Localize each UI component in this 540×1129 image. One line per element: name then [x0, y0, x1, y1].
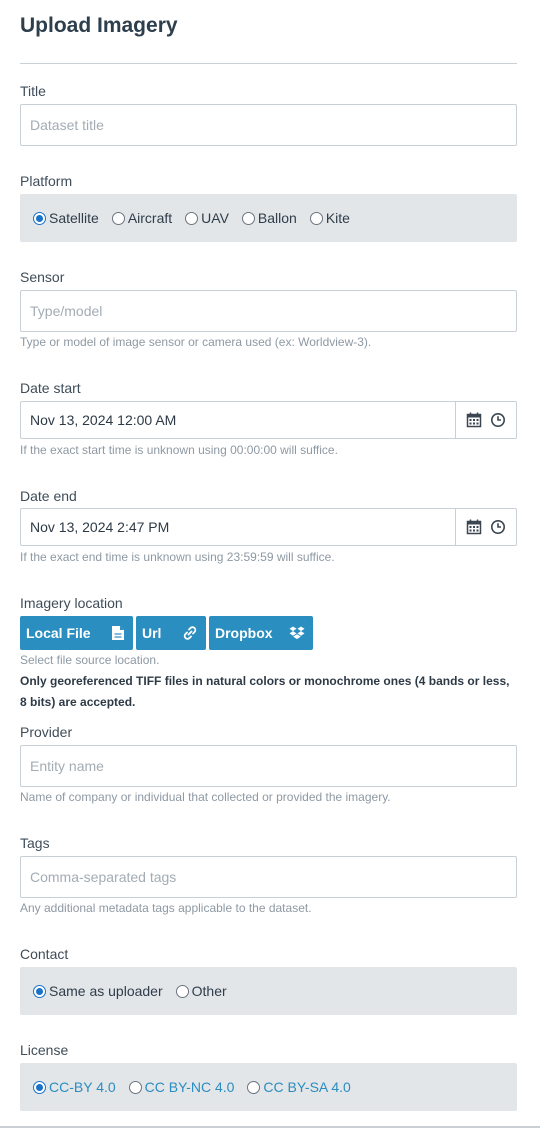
date-start-value[interactable]: Nov 13, 2024 12:00 AM: [21, 402, 456, 438]
clock-icon[interactable]: [490, 519, 506, 535]
dropbox-button[interactable]: Dropbox: [209, 616, 313, 650]
license-option-label[interactable]: CC-BY 4.0: [49, 1079, 116, 1095]
radio-button[interactable]: [175, 984, 189, 998]
contact-option-label: Other: [191, 983, 227, 999]
tags-help: Any additional metadata tags applicable …: [20, 901, 312, 915]
dropbox-button-label: Dropbox: [215, 625, 273, 641]
platform-option-ballon[interactable]: Ballon: [241, 210, 297, 226]
upload-imagery-form: Upload Imagery Title Platform Satellite …: [0, 0, 540, 1129]
dropbox-icon: [289, 625, 305, 641]
platform-option-label: UAV: [201, 210, 229, 226]
title-label: Title: [20, 83, 46, 99]
sensor-label: Sensor: [20, 269, 65, 285]
platform-option-aircraft[interactable]: Aircraft: [111, 210, 173, 226]
page-title: Upload Imagery: [20, 14, 178, 37]
radio-button[interactable]: [33, 1080, 46, 1094]
provider-label: Provider: [20, 724, 73, 740]
platform-radio-group: Satellite Aircraft UAV Ballon Kite: [20, 194, 517, 242]
sensor-input[interactable]: [20, 290, 517, 332]
provider-help: Name of company or individual that colle…: [20, 790, 391, 804]
bottom-border: [0, 1126, 540, 1128]
title-input[interactable]: [20, 104, 517, 146]
license-option-label[interactable]: CC BY-NC 4.0: [145, 1079, 235, 1095]
license-option-cc-by-sa[interactable]: CC BY-SA 4.0: [247, 1079, 351, 1095]
contact-option-same-as-uploader[interactable]: Same as uploader: [33, 983, 163, 999]
imagery-location-label: Imagery location: [20, 595, 123, 611]
clock-icon[interactable]: [490, 412, 506, 428]
source-button-group: Local File Url Dropbox: [20, 616, 316, 650]
license-option-cc-by[interactable]: CC-BY 4.0: [33, 1079, 116, 1095]
provider-input[interactable]: [20, 745, 517, 787]
date-start-help: If the exact start time is unknown using…: [20, 443, 338, 457]
contact-radio-group: Same as uploader Other: [20, 967, 517, 1015]
platform-option-uav[interactable]: UAV: [185, 210, 229, 226]
platform-option-label: Ballon: [257, 210, 297, 226]
file-icon: [111, 625, 125, 641]
radio-button[interactable]: [241, 211, 255, 225]
calendar-icon[interactable]: [466, 519, 482, 535]
contact-label: Contact: [20, 946, 69, 962]
radio-button[interactable]: [33, 211, 46, 225]
contact-option-label: Same as uploader: [49, 983, 163, 999]
date-end-label: Date end: [20, 488, 77, 504]
tags-label: Tags: [20, 835, 50, 851]
radio-button[interactable]: [247, 1080, 261, 1094]
platform-option-label: Kite: [325, 210, 350, 226]
platform-option-label: Satellite: [49, 210, 99, 226]
link-icon: [182, 625, 198, 641]
radio-button[interactable]: [111, 211, 125, 225]
license-option-cc-by-nc[interactable]: CC BY-NC 4.0: [128, 1079, 235, 1095]
license-label: License: [20, 1042, 69, 1058]
url-button-label: Url: [142, 625, 162, 641]
license-radio-group: CC-BY 4.0 CC BY-NC 4.0 CC BY-SA 4.0: [20, 1063, 517, 1111]
date-start-label: Date start: [20, 380, 81, 396]
file-format-note: Only georeferenced TIFF files in natural…: [20, 674, 510, 709]
title-divider: [20, 63, 517, 64]
url-button[interactable]: Url: [136, 616, 206, 650]
radio-button[interactable]: [309, 211, 323, 225]
sensor-help: Type or model of image sensor or camera …: [20, 335, 372, 349]
tags-input[interactable]: [20, 856, 517, 898]
contact-option-other[interactable]: Other: [175, 983, 227, 999]
calendar-icon[interactable]: [466, 412, 482, 428]
date-end-value[interactable]: Nov 13, 2024 2:47 PM: [21, 509, 456, 545]
platform-label: Platform: [20, 173, 73, 189]
date-end-picker: Nov 13, 2024 2:47 PM: [20, 508, 517, 546]
platform-option-kite[interactable]: Kite: [309, 210, 350, 226]
radio-button[interactable]: [33, 984, 46, 998]
local-file-button[interactable]: Local File: [20, 616, 133, 650]
radio-button[interactable]: [128, 1080, 142, 1094]
license-option-label[interactable]: CC BY-SA 4.0: [263, 1079, 350, 1095]
platform-option-label: Aircraft: [127, 210, 173, 226]
date-start-picker: Nov 13, 2024 12:00 AM: [20, 401, 517, 439]
radio-button[interactable]: [185, 211, 199, 225]
date-end-help: If the exact end time is unknown using 2…: [20, 550, 335, 564]
local-file-button-label: Local File: [26, 625, 91, 641]
platform-option-satellite[interactable]: Satellite: [33, 210, 99, 226]
imagery-location-help: Select file source location.: [20, 653, 160, 667]
